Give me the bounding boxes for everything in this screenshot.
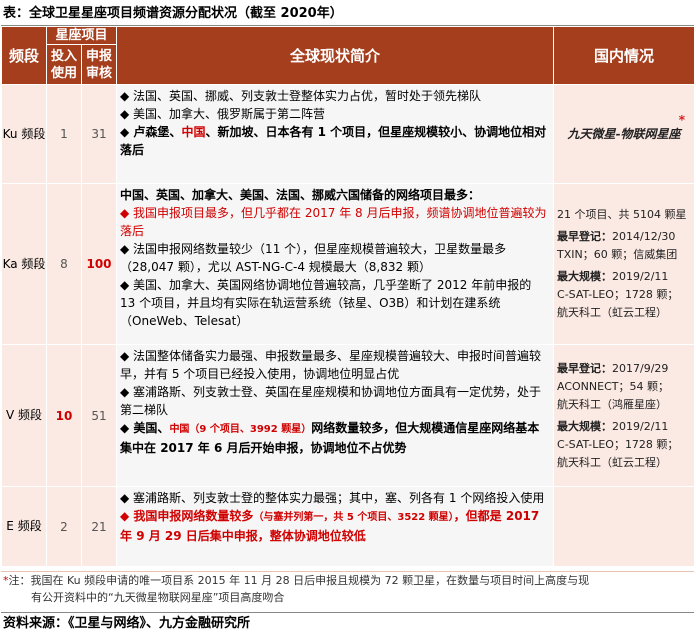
ka-filed: 100 [80, 183, 118, 345]
ka-item-3: ◆ 法国申报网络数量较少（11 个），但星座规模普遍较大，卫星数量最多（28,0… [120, 242, 507, 274]
v-dom-early-detail-1: ACONNECT；54 颗； [557, 379, 669, 393]
ka-dom-max: 最大规模：2019/2/11 [557, 270, 669, 283]
v-global-desc: ◆ 法国整体储备实力最强、申报数量最多、星座规模普遍较大、申报时间普遍较早，并有… [116, 344, 555, 487]
ku-item-2: ◆ 美国、加拿大、俄罗斯属于第二阵营 [120, 107, 326, 121]
ku-in-use: 1 [46, 84, 82, 184]
ku-domestic: * 九天微星-物联网星座 [553, 84, 696, 184]
band-v: V 频段 [1, 344, 47, 487]
table-title: 表：全球卫星星座项目频谱资源分配状况（截至 2020年） [3, 6, 343, 21]
v-dom-early-detail-2: 航天科工（鸿雁星座） [557, 397, 668, 411]
header-domestic: 国内情况 [553, 26, 696, 85]
header-global: 全球现状简介 [116, 26, 555, 85]
ka-dom-max-detail-1: C-SAT-LEO；1728 颗； [557, 288, 679, 301]
e-item-1: ◆ 塞浦路斯、列支敦士登的整体实力最强；其中，塞、列各有 1 个网络投入使用 [120, 491, 545, 505]
header-band: 频段 [1, 26, 47, 85]
ka-dom-max-detail-2: 航天科工（虹云工程） [557, 306, 668, 319]
ku-item-1: ◆ 法国、英国、挪威、列支敦士登整体实力占优，暂时处于领先梯队 [120, 89, 482, 103]
footnote-line-1: *注：我国在 Ku 频段申请的唯一项目系 2015 年 11 月 28 日后申报… [3, 574, 590, 587]
page: 表：全球卫星星座项目频谱资源分配状况（截至 2020年） 频段 星座项目 全球现… [0, 0, 696, 639]
spectrum-table: 频段 星座项目 全球现状简介 国内情况 投入使用 申报审核 Ku 频段 1 31… [1, 26, 696, 567]
ku-domestic-project: * 九天微星-物联网星座 [567, 113, 686, 141]
v-dom-max-detail-1: C-SAT-LEO；1728 颗； [557, 437, 679, 451]
e-item-2: ◆ 我国申报网络数量较多（与塞并列第一，共 5 个项目、3522 颗星），但都是… [120, 509, 540, 543]
v-dom-max: 最大规模：2019/2/11 [557, 419, 669, 433]
ka-domestic: 21 个项目、共 5104 颗星 最早登记：2014/12/30 TXIN；60… [553, 183, 696, 345]
header-projects: 星座项目 [45, 26, 118, 45]
v-dom-max-detail-2: 航天科工（虹云工程） [557, 455, 668, 469]
ka-dom-count: 21 个项目、共 5104 颗星 [557, 208, 687, 221]
footnote-star: * [678, 113, 686, 127]
band-ku: Ku 频段 [1, 84, 47, 184]
v-item-3: ◆ 美国、中国（9 个项目、3992 颗星）网络数量较多，但大规模通信星座网络基… [120, 421, 540, 455]
ka-item-1: 中国、英国、加拿大、美国、法国、挪威六国储备的网络项目最多： [120, 188, 481, 202]
v-in-use: 10 [46, 344, 82, 487]
v-filed: 51 [80, 344, 118, 487]
ka-dom-early: 最早登记：2014/12/30 [557, 230, 676, 243]
footnote: *注：我国在 Ku 频段申请的唯一项目系 2015 年 11 月 28 日后申报… [1, 571, 694, 612]
v-domestic: 最早登记：2017/9/29 ACONNECT；54 颗； 航天科工（鸿雁星座）… [553, 344, 696, 487]
header-in-use: 投入使用 [46, 44, 82, 85]
v-item-1: ◆ 法国整体储备实力最强、申报数量最多、星座规模普遍较大、申报时间普遍较早，并有… [120, 349, 542, 381]
e-domestic [553, 486, 696, 567]
ka-item-4: ◆ 美国、加拿大、英国网络协调地位普遍较高，几乎垄断了 2012 年前申报的 1… [120, 278, 532, 328]
band-e: E 频段 [1, 486, 47, 567]
ka-dom-early-detail: TXIN；60 颗；信威集团 [557, 248, 678, 261]
ku-item-3: ◆ 卢森堡、中国、新加坡、日本各有 1 个项目，但星座规模较小、协调地位相对落后 [120, 125, 547, 157]
footnote-line-2: 有公开资料中的“九天微星物联网星座”项目高度吻合 [31, 591, 285, 604]
ka-in-use: 8 [46, 183, 82, 345]
ku-filed: 31 [80, 84, 118, 184]
header-filed: 申报审核 [80, 44, 118, 85]
e-filed: 21 [80, 486, 118, 567]
ka-item-2: ◆ 我国申报项目最多，但几乎都在 2017 年 8 月后申报，频谱协调地位普遍较… [120, 206, 547, 238]
band-ka: Ka 频段 [1, 183, 47, 345]
v-dom-early: 最早登记：2017/9/29 [557, 361, 669, 375]
e-in-use: 2 [46, 486, 82, 567]
source-line: 资料来源：《卫星与网络》、九方金融研究所 [3, 616, 251, 631]
ka-global-desc: 中国、英国、加拿大、美国、法国、挪威六国储备的网络项目最多： ◆ 我国申报项目最… [116, 183, 555, 345]
e-global-desc: ◆ 塞浦路斯、列支敦士登的整体实力最强；其中，塞、列各有 1 个网络投入使用 ◆… [116, 486, 555, 567]
ku-global-desc: ◆ 法国、英国、挪威、列支敦士登整体实力占优，暂时处于领先梯队 ◆ 美国、加拿大… [116, 84, 555, 184]
v-item-2: ◆ 塞浦路斯、列支敦士登、英国在星座规模和协调地位方面具有一定优势，处于第二梯队 [120, 385, 542, 417]
